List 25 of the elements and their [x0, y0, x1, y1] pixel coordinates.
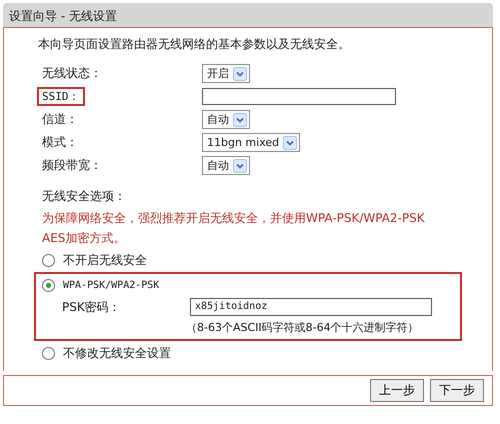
field-label: SSID： [37, 87, 84, 106]
field-label: 频段带宽： [42, 157, 103, 174]
wizard-button[interactable]: 下一步 [430, 379, 484, 402]
radio-button[interactable] [42, 278, 55, 292]
option-label[interactable]: 不开启无线安全 [63, 252, 147, 268]
option-label[interactable]: 不修改无线安全设置 [63, 344, 171, 362]
field-label: PSK密码： [62, 298, 122, 316]
input-field[interactable] [202, 88, 396, 105]
dropdown[interactable]: 自动 [202, 156, 250, 175]
dropdown[interactable]: 11bgn mixed [202, 133, 300, 152]
warning-text: 为保障网络安全，强烈推荐开启无线安全，并使用WPA-PSK/WPA2-PSK AES加密方式。 [41, 210, 426, 247]
wizard-button[interactable]: 上一步 [370, 379, 424, 402]
section-heading: 无线安全选项： [41, 188, 127, 205]
dropdown[interactable]: 开启 [202, 64, 250, 83]
window-title: 设置向导 - 无线设置 [3, 3, 493, 27]
option-label[interactable]: WPA-PSK/WPA2-PSK [63, 280, 160, 290]
dropdown[interactable]: 自动 [202, 110, 250, 129]
field-label: 模式： [42, 134, 79, 151]
radio-button[interactable] [42, 346, 55, 360]
intro-text: 本向导页面设置路由器无线网络的基本参数以及无线安全。 [38, 36, 351, 53]
password-field[interactable]: x85jitoidnoz [190, 298, 432, 316]
hint-text: （8-63个ASCII码字符或8-64个十六进制字符） [185, 320, 420, 335]
radio-button[interactable] [42, 254, 55, 266]
field-label: 无线状态： [42, 65, 103, 82]
field-label: 信道： [42, 111, 79, 128]
